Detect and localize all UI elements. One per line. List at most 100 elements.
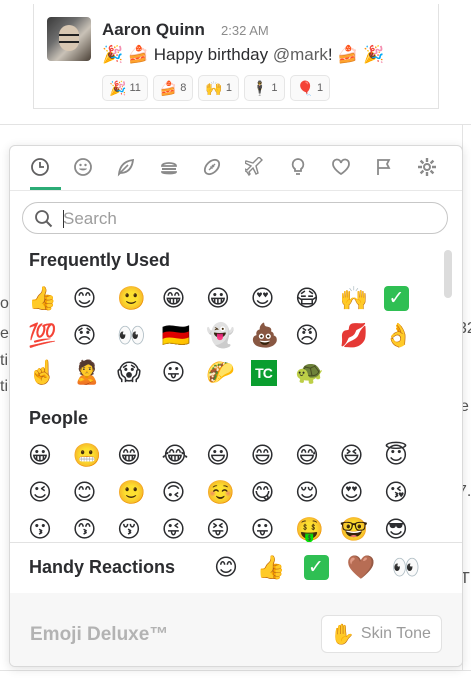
emoji-glyph-icon: 😝 [206,516,230,542]
tab-custom[interactable] [412,152,442,182]
tab-food[interactable] [154,152,184,182]
emoji-cell[interactable]: 😀 [204,280,249,317]
emoji-cell[interactable]: ✓ [382,280,427,317]
emoji-cell[interactable]: 💯 [26,317,71,354]
handy-reaction-emoji[interactable]: 👍 [257,549,286,585]
emoji-cell[interactable]: 💋 [338,317,383,354]
handy-reaction-emoji[interactable]: 😊 [212,549,240,585]
emoji-cell[interactable]: 😂 [160,437,205,474]
emoji-cell[interactable]: 😛 [249,511,294,542]
emoji-cell[interactable]: 😆 [338,437,383,474]
emoji-cell[interactable]: 😷 [293,280,338,317]
emoji-cell[interactable]: 😝 [204,511,249,542]
tab-flags[interactable] [369,152,399,182]
emoji-cell[interactable]: 😱 [115,354,160,391]
emoji-glyph-icon: 🙌 [339,285,369,311]
emoji-list: Frequently Used 👍 😊 🙂 😁 😀 😍 😷 🙌 ✓ 💯 😞 👀 🇩🇪 👻 💩 😠 💋 👌 ☝️ 🙎 😱 😛… [10,242,462,542]
emoji-cell[interactable]: 😋 [249,474,294,511]
emoji-glyph-icon: 😱 [117,359,141,385]
emoji-cell[interactable]: 😎 [382,511,427,542]
emoji-list-scrollbar[interactable] [444,246,452,536]
tab-activity[interactable] [197,152,227,182]
emoji-cell[interactable]: ☝️ [26,354,71,391]
emoji-cell[interactable]: 😊 [71,474,116,511]
emoji-cell[interactable]: 😞 [71,317,116,354]
emoji-cell[interactable]: 😀 [26,437,71,474]
emoji-cell[interactable]: 🤑 [293,511,338,542]
reaction-balloon[interactable]: 🎈 1 [289,75,331,101]
emoji-cell[interactable]: 👍 [26,280,71,317]
tab-travel[interactable] [240,152,270,182]
emoji-cell[interactable]: 🙂 [115,474,160,511]
emoji-cell[interactable]: 😗 [26,511,71,542]
emoji-cell[interactable]: 😍 [249,280,294,317]
tab-objects[interactable] [283,152,313,182]
reaction-count: 1 [271,82,278,94]
emoji-glyph-icon: 😌 [295,479,319,505]
emoji-glyph-icon: 😚 [117,516,141,542]
raised-hands-icon: 🙌 [205,79,223,96]
emoji-cell[interactable]: 😁 [160,280,205,317]
emoji-cell[interactable]: 😅 [293,437,338,474]
handy-reaction-emoji[interactable]: 👀 [392,549,421,585]
emoji-glyph-icon: 😗 [28,516,52,542]
emoji-cell[interactable]: 😘 [382,474,427,511]
handy-reaction-emoji[interactable]: ✓ [302,549,330,585]
emoji-cell[interactable]: 😊 [71,280,116,317]
emoji-cell[interactable]: 🙌 [338,280,383,317]
tab-symbols[interactable] [326,152,356,182]
emoji-glyph-icon: 😋 [250,479,275,505]
emoji-glyph-icon: 😍 [250,285,275,311]
emoji-glyph-icon: 😞 [72,322,97,348]
emoji-cell[interactable]: 🙎 [71,354,116,391]
emoji-cell[interactable]: 👀 [115,317,160,354]
reaction-cake[interactable]: 🍰 8 [152,75,194,101]
emoji-cell[interactable]: 😙 [71,511,116,542]
emoji-cell[interactable]: 😉 [26,474,71,511]
emoji-cell[interactable]: 😬 [71,437,116,474]
emoji-cell[interactable]: 😍 [338,474,383,511]
scrollbar-thumb[interactable] [444,250,452,298]
emoji-cell[interactable]: 🤓 [338,511,383,542]
football-icon [203,158,221,176]
emoji-glyph-icon: 😊 [72,285,97,311]
handy-reaction-emoji[interactable]: 🤎 [347,549,376,585]
reaction-levitate[interactable]: 🕴 1 [243,75,285,101]
emoji-cell[interactable]: 😛 [160,354,205,391]
emoji-cell[interactable]: 😇 [382,437,427,474]
mention-link[interactable]: @mark [273,45,328,64]
emoji-cell[interactable]: 😜 [160,511,205,542]
emoji-glyph-icon: 😊 [214,553,238,580]
avatar[interactable] [47,17,91,61]
reaction-raised-hands[interactable]: 🙌 1 [198,75,239,101]
emoji-cell[interactable]: 😚 [115,511,160,542]
emoji-glyph-icon: 😜 [161,516,186,542]
emoji-cell[interactable]: 😁 [115,437,160,474]
skin-tone-button[interactable]: ✋ Skin Tone [321,615,442,653]
tab-people[interactable] [68,152,98,182]
emoji-cell[interactable]: ☺️ [204,474,249,511]
tab-nature[interactable] [111,152,141,182]
emoji-search-box [22,202,448,234]
reaction-count: 11 [129,82,141,94]
emoji-cell[interactable]: 😠 [293,317,338,354]
message-timestamp[interactable]: 2:32 AM [221,23,269,38]
tab-recent[interactable] [25,152,55,182]
emoji-cell[interactable]: 👌 [382,317,427,354]
emoji-cell[interactable]: 🌮 [204,354,249,391]
emoji-cell[interactable]: 💩 [249,317,294,354]
emoji-cell[interactable]: 👻 [204,317,249,354]
handy-reactions-bar: Handy Reactions 😊 👍 ✓ 🤎 👀 [10,542,462,594]
emoji-glyph-icon: 😆 [339,442,364,468]
emoji-cell[interactable]: 😃 [204,437,249,474]
reaction-party[interactable]: 🎉 11 [102,75,148,101]
emoji-cell[interactable]: 🙃 [160,474,205,511]
emoji-cell[interactable]: 🙂 [115,280,160,317]
emoji-search-input[interactable] [61,207,435,231]
emoji-cell[interactable]: 🐢 [293,354,338,391]
emoji-cell[interactable]: 😄 [249,437,294,474]
emoji-cell[interactable]: 🇩🇪 [160,317,205,354]
emoji-cell[interactable]: 😌 [293,474,338,511]
emoji-cell[interactable]: TC [249,354,294,391]
message-author[interactable]: Aaron Quinn [102,20,205,40]
